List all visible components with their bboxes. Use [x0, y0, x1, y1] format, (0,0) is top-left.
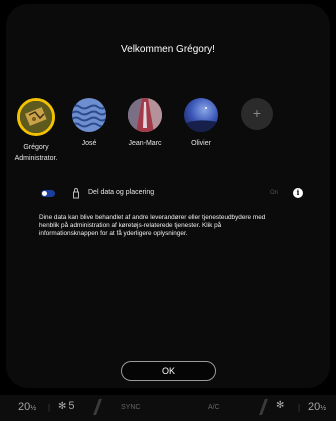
left-temp-unit: ½ — [30, 405, 37, 412]
right-temp-unit: ½ — [320, 405, 327, 412]
data-sharing-label: Del data og placering — [88, 189, 155, 196]
data-sharing-row: Del data og placering On i — [0, 186, 336, 202]
profile-name: Olivier — [191, 140, 211, 147]
data-sharing-state: On — [270, 190, 279, 196]
map-avatar-icon — [17, 98, 55, 136]
data-sharing-description: Dine data kan blive behandlet af andre l… — [39, 214, 266, 238]
sync-button[interactable]: SYNC — [121, 404, 140, 411]
seat-fan-icon[interactable]: ✻ — [276, 400, 284, 411]
wave-avatar-icon — [72, 98, 106, 132]
fan-speed-value: 5 — [68, 400, 75, 412]
divider-icon — [93, 399, 102, 415]
data-sharing-toggle[interactable] — [41, 190, 55, 197]
ok-button[interactable]: OK — [121, 361, 216, 381]
add-profile-button[interactable]: + — [241, 98, 273, 130]
lock-icon — [73, 188, 79, 199]
night-sky-avatar-icon — [184, 98, 218, 132]
fan-control[interactable]: ✻ 5 — [58, 400, 75, 412]
right-temp-value: 20 — [308, 401, 321, 413]
info-icon[interactable]: i — [293, 188, 303, 198]
divider-icon — [259, 399, 268, 415]
left-temp-value: 20 — [18, 401, 31, 413]
divider-icon: | — [298, 403, 301, 412]
ac-button[interactable]: A/C — [208, 404, 220, 411]
profile-list: Grégory Administrator. José Jean-Marc Ol… — [0, 98, 336, 178]
divider-icon: | — [48, 403, 51, 412]
profile-olivier[interactable]: Olivier — [166, 98, 236, 148]
welcome-title: Velkommen Grégory! — [121, 44, 215, 55]
fan-icon: ✻ — [58, 401, 67, 412]
profile-role: Administrator. — [14, 155, 58, 163]
road-avatar-icon — [128, 98, 162, 132]
left-temperature[interactable]: 20½ — [18, 401, 36, 413]
right-temperature[interactable]: 20½ — [308, 401, 326, 413]
climate-bar: 20½ | ✻ 5 SYNC A/C ✻ | 20½ — [0, 395, 336, 421]
